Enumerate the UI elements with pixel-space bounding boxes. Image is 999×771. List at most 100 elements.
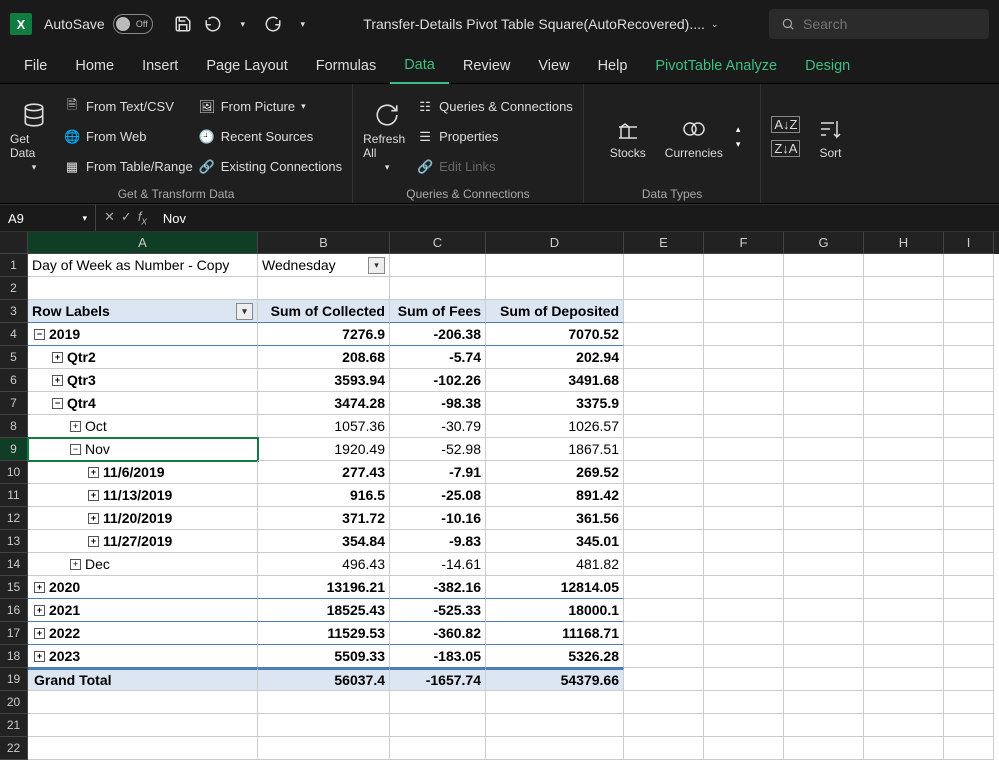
cell[interactable] (944, 645, 994, 668)
cell[interactable] (624, 392, 704, 415)
cell[interactable]: -10.16 (390, 507, 486, 530)
refresh-all-button[interactable]: Refresh All▾ (363, 88, 411, 185)
stocks-button[interactable]: Stocks (604, 114, 652, 160)
cell[interactable]: +Qtr3 (28, 369, 258, 392)
collapse-icon[interactable]: − (34, 329, 45, 340)
row-header[interactable]: 15 (0, 576, 28, 599)
tab-page-layout[interactable]: Page Layout (192, 48, 301, 84)
cell[interactable] (944, 576, 994, 599)
recent-sources-button[interactable]: 🕘Recent Sources (199, 122, 342, 152)
cell[interactable] (944, 691, 994, 714)
cell[interactable] (944, 300, 994, 323)
cell[interactable] (704, 599, 784, 622)
cell[interactable] (864, 300, 944, 323)
cell[interactable] (784, 323, 864, 346)
cell[interactable] (624, 622, 704, 645)
save-icon[interactable] (173, 14, 193, 34)
cell[interactable] (28, 691, 258, 714)
cell[interactable] (624, 461, 704, 484)
cell[interactable] (624, 346, 704, 369)
cell[interactable]: +11/13/2019 (28, 484, 258, 507)
cell[interactable] (624, 714, 704, 737)
row-header[interactable]: 20 (0, 691, 28, 714)
get-data-button[interactable]: Get Data▾ (10, 88, 58, 185)
cell[interactable] (486, 691, 624, 714)
cell[interactable] (486, 254, 624, 277)
cell[interactable] (784, 668, 864, 691)
cell[interactable] (864, 553, 944, 576)
cell[interactable] (784, 553, 864, 576)
cell[interactable] (704, 576, 784, 599)
cell[interactable] (624, 645, 704, 668)
expand-icon[interactable]: + (88, 467, 99, 478)
cell[interactable] (944, 714, 994, 737)
cancel-formula-icon[interactable]: ✕ (104, 209, 115, 228)
cell[interactable] (624, 254, 704, 277)
cell[interactable]: -206.38 (390, 323, 486, 346)
cell[interactable]: 5326.28 (486, 645, 624, 668)
cell[interactable]: −2019 (28, 323, 258, 346)
col-header-h[interactable]: H (864, 232, 944, 254)
expand-icon[interactable]: + (70, 421, 81, 432)
chevron-down-icon[interactable]: ⌄ (711, 19, 719, 30)
cell[interactable]: 7070.52 (486, 323, 624, 346)
expand-icon[interactable]: + (34, 605, 45, 616)
cell[interactable] (704, 346, 784, 369)
cell[interactable] (944, 438, 994, 461)
row-header[interactable]: 10 (0, 461, 28, 484)
cell[interactable] (864, 645, 944, 668)
cell[interactable]: -52.98 (390, 438, 486, 461)
search-box[interactable] (769, 9, 989, 39)
cell[interactable] (624, 300, 704, 323)
cell[interactable] (28, 714, 258, 737)
collapse-icon[interactable]: − (70, 444, 81, 455)
cell[interactable] (944, 599, 994, 622)
cell[interactable]: 3474.28 (258, 392, 390, 415)
document-title[interactable]: Transfer-Details Pivot Table Square(Auto… (363, 16, 718, 32)
cell[interactable] (864, 576, 944, 599)
tab-file[interactable]: File (10, 48, 61, 84)
currencies-button[interactable]: Currencies (670, 114, 718, 160)
row-header[interactable]: 1 (0, 254, 28, 277)
cell[interactable] (28, 277, 258, 300)
row-header[interactable]: 14 (0, 553, 28, 576)
cell[interactable]: 12814.05 (486, 576, 624, 599)
cell[interactable] (944, 461, 994, 484)
chevron-down-icon[interactable]: ▾ (82, 213, 87, 224)
cell[interactable] (784, 300, 864, 323)
cell[interactable] (624, 484, 704, 507)
cell[interactable] (624, 369, 704, 392)
row-header[interactable]: 22 (0, 737, 28, 760)
cell[interactable] (864, 346, 944, 369)
cell[interactable] (864, 737, 944, 760)
cell[interactable] (258, 277, 390, 300)
cell[interactable] (864, 254, 944, 277)
cell[interactable]: +Dec (28, 553, 258, 576)
cell[interactable] (784, 415, 864, 438)
cell[interactable] (390, 254, 486, 277)
cell[interactable] (784, 369, 864, 392)
name-box[interactable]: A9▾ (0, 205, 96, 231)
cell[interactable]: Sum of Fees (390, 300, 486, 323)
cell[interactable] (784, 622, 864, 645)
cell[interactable]: 916.5 (258, 484, 390, 507)
cell[interactable]: Row Labels▾ (28, 300, 258, 323)
cell[interactable] (704, 438, 784, 461)
cell[interactable] (944, 369, 994, 392)
cell[interactable]: -7.91 (390, 461, 486, 484)
cell[interactable] (944, 737, 994, 760)
cell[interactable] (704, 530, 784, 553)
properties-button[interactable]: ☰Properties (417, 122, 573, 152)
cell[interactable] (784, 277, 864, 300)
cell[interactable]: +2023 (28, 645, 258, 668)
cell[interactable]: 354.84 (258, 530, 390, 553)
cell[interactable] (704, 461, 784, 484)
cell[interactable] (704, 323, 784, 346)
sort-az-button[interactable]: A↓Z (771, 114, 800, 136)
cell[interactable]: -98.38 (390, 392, 486, 415)
cell[interactable] (704, 645, 784, 668)
cell[interactable]: −Nov (28, 438, 258, 461)
col-header-a[interactable]: A (28, 232, 258, 254)
row-header[interactable]: 17 (0, 622, 28, 645)
col-header-b[interactable]: B (258, 232, 390, 254)
